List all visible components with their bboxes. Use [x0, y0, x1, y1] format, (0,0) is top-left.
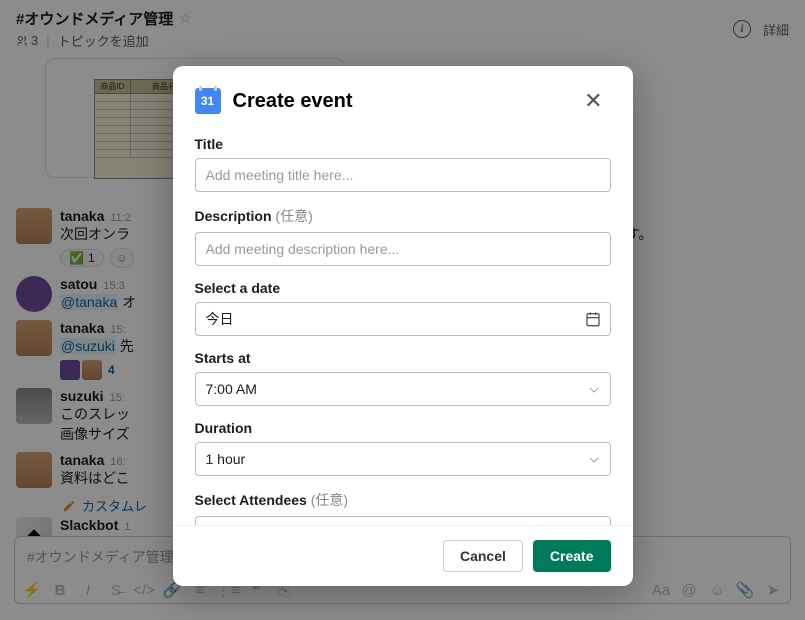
create-event-modal: 31 Create event ✕ Title Description (任意)… [173, 66, 633, 586]
close-button[interactable]: ✕ [576, 84, 610, 118]
starts-at-select[interactable]: 7:00 AM [195, 372, 611, 406]
title-label: Title [195, 136, 611, 152]
modal-title: Create event [233, 90, 565, 113]
title-input[interactable] [195, 158, 611, 192]
date-label: Select a date [195, 280, 611, 296]
duration-select[interactable]: 1 hour [195, 442, 611, 476]
calendar-icon: 31 [195, 88, 221, 114]
duration-label: Duration [195, 420, 611, 436]
starts-label: Starts at [195, 350, 611, 366]
attendees-input[interactable] [195, 516, 611, 525]
description-input[interactable] [195, 232, 611, 266]
date-input[interactable] [195, 302, 611, 336]
attendees-label: Select Attendees (任意) [195, 490, 611, 510]
modal-overlay: 31 Create event ✕ Title Description (任意)… [0, 0, 805, 620]
calendar-picker-icon[interactable] [585, 311, 601, 327]
cancel-button[interactable]: Cancel [443, 540, 523, 572]
description-label: Description (任意) [195, 206, 611, 226]
create-button[interactable]: Create [533, 540, 611, 572]
